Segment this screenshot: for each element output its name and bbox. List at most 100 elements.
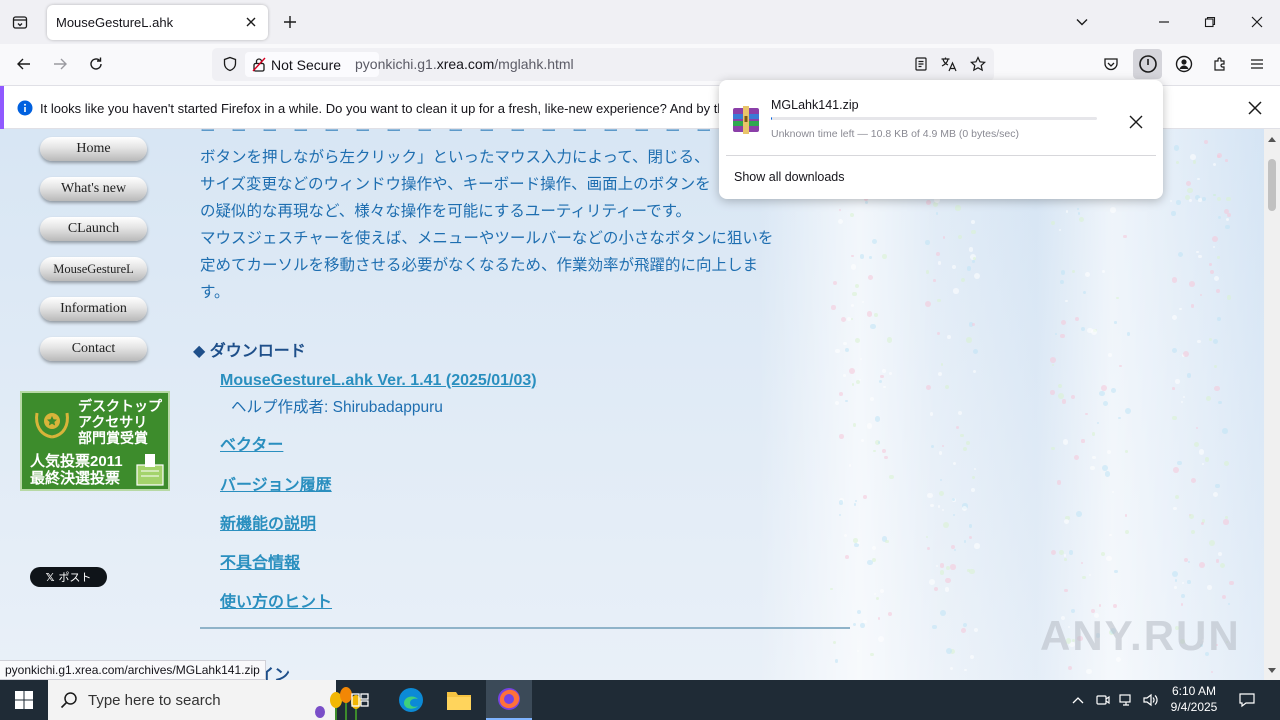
active-tab[interactable]: MouseGestureL.ahk (47, 5, 268, 40)
sparkle-dot (1098, 604, 1102, 607)
sparkle-dot (972, 323, 976, 327)
sparkle-dot (937, 298, 942, 303)
sparkle-dot (961, 505, 967, 511)
download-file-name[interactable]: MGLahk141.zip (771, 98, 859, 112)
list-all-tabs-button[interactable] (1070, 10, 1094, 34)
sparkle-dot (1058, 228, 1062, 231)
sparkle-dot (1112, 603, 1118, 609)
intro-line-1: ボタンを押しながら左クリック」といったマウス入力によって、閉じる、 (200, 149, 710, 166)
sparkle-dot (1051, 549, 1057, 556)
edge-taskbar-button[interactable] (387, 680, 435, 720)
nav-whats-new-button[interactable]: What's new (40, 177, 147, 201)
sparkle-dot (1215, 289, 1220, 294)
sparkle-dot (1173, 506, 1177, 511)
volume-button[interactable] (1140, 680, 1162, 720)
link-new-features[interactable]: 新機能の説明 (220, 510, 316, 534)
new-tab-button[interactable] (278, 10, 302, 34)
file-explorer-taskbar-button[interactable] (435, 680, 483, 720)
tracking-protection-button[interactable] (219, 53, 241, 75)
page-scrollbar[interactable] (1264, 129, 1280, 680)
sparkle-dot (939, 570, 944, 575)
minimize-button[interactable] (1152, 10, 1176, 34)
sparkle-dot (972, 259, 976, 263)
reload-button[interactable] (84, 52, 108, 76)
url-text[interactable]: pyonkichi.g1.xrea.com/mglahk.html (355, 56, 574, 72)
show-all-downloads-button[interactable]: Show all downloads (734, 170, 845, 184)
network-button[interactable] (1116, 680, 1138, 720)
sparkle-dot (845, 348, 849, 353)
sparkle-dot (1050, 446, 1055, 451)
sparkle-dot (1225, 159, 1228, 162)
link-vector[interactable]: ベクター (220, 431, 283, 455)
downloads-button[interactable] (1133, 49, 1162, 79)
nav-mousegesturel-button[interactable]: MouseGestureL (40, 257, 147, 281)
app-menu-button[interactable] (1245, 52, 1269, 76)
taskbar-search-box[interactable]: Type here to search (48, 680, 361, 720)
sparkle-dot (1211, 236, 1218, 243)
insecure-lock-icon (252, 57, 266, 72)
post-label: ポスト (58, 572, 92, 584)
cancel-download-button[interactable] (1124, 110, 1148, 134)
sparkle-dot (944, 587, 950, 592)
plus-icon (284, 16, 296, 28)
meet-now-button[interactable] (1092, 680, 1114, 720)
sparkle-dot (1124, 530, 1129, 535)
sparkle-dot (1114, 321, 1117, 324)
firefox-taskbar-button[interactable] (486, 680, 532, 720)
notifications-button[interactable] (1232, 680, 1262, 720)
notification-close-button[interactable] (1243, 96, 1267, 120)
link-version-history[interactable]: バージョン履歴 (220, 471, 332, 495)
close-window-button[interactable] (1245, 10, 1269, 34)
sparkle-dot (839, 514, 842, 517)
pocket-button[interactable] (1099, 52, 1123, 76)
reader-view-button[interactable] (910, 53, 932, 75)
back-button[interactable] (12, 52, 36, 76)
sparkle-dot (877, 441, 881, 444)
tab-close-button[interactable] (241, 12, 261, 32)
sparkle-dot (885, 539, 889, 544)
bookmark-star-button[interactable] (967, 53, 989, 75)
task-view-button[interactable] (338, 680, 382, 720)
sparkle-dot (955, 425, 960, 429)
award-banner[interactable]: デスクトップ アクセサリ 部門賞受賞 人気投票2011 最終決選投票 (20, 391, 170, 491)
link-status-bar: pyonkichi.g1.xrea.com/archives/MGLahk141… (0, 660, 266, 680)
nav-home-button[interactable]: Home (40, 137, 147, 161)
translate-button[interactable] (938, 53, 960, 75)
laurel-wreath-icon (35, 412, 69, 439)
scroll-up-arrow-icon[interactable] (1267, 135, 1277, 143)
account-button[interactable] (1172, 52, 1196, 76)
scrollbar-thumb[interactable] (1268, 159, 1276, 211)
account-icon (1175, 55, 1193, 73)
intro-line-6: す。 (200, 284, 230, 301)
link-usage-tips[interactable]: 使い方のヒント (220, 588, 332, 612)
sparkle-dot (1212, 492, 1218, 498)
info-icon (17, 100, 33, 116)
sparkle-dot (1213, 364, 1218, 369)
nav-claunch-button[interactable]: CLaunch (40, 217, 147, 241)
notification-center-icon (1239, 693, 1255, 708)
sparkle-dot (942, 508, 945, 511)
link-known-issues[interactable]: 不具合情報 (220, 549, 300, 573)
x-post-button[interactable]: 𝕏 ポスト (30, 567, 107, 587)
sparkle-dot (1067, 665, 1073, 671)
download-link[interactable]: MouseGestureL.ahk Ver. 1.41 (2025/01/03) (220, 372, 537, 390)
taskbar-clock[interactable]: 6:10 AM 9/4/2025 (1166, 683, 1222, 715)
web-page: Home What's new CLaunch MouseGestureL In… (0, 129, 1264, 680)
sparkle-dot (1212, 163, 1216, 167)
forward-button[interactable] (48, 52, 72, 76)
show-hidden-icons-button[interactable] (1068, 680, 1088, 720)
scroll-down-arrow-icon[interactable] (1267, 667, 1277, 675)
sparkle-dot (1212, 245, 1216, 249)
nav-information-button[interactable]: Information (40, 297, 147, 321)
url-bar[interactable]: Not Secure pyonkichi.g1.xrea.com/mglahk.… (212, 48, 994, 81)
sparkle-dot (1210, 269, 1215, 274)
nav-contact-button[interactable]: Contact (40, 337, 147, 361)
navigation-toolbar: Not Secure pyonkichi.g1.xrea.com/mglahk.… (0, 44, 1280, 85)
sparkle-dot (953, 548, 956, 551)
sparkle-dot (929, 412, 934, 416)
start-button[interactable] (0, 680, 48, 720)
restore-button[interactable] (1198, 10, 1222, 34)
extensions-button[interactable] (1208, 52, 1232, 76)
tab-list-button[interactable] (8, 10, 32, 34)
sparkle-dot (849, 212, 854, 217)
